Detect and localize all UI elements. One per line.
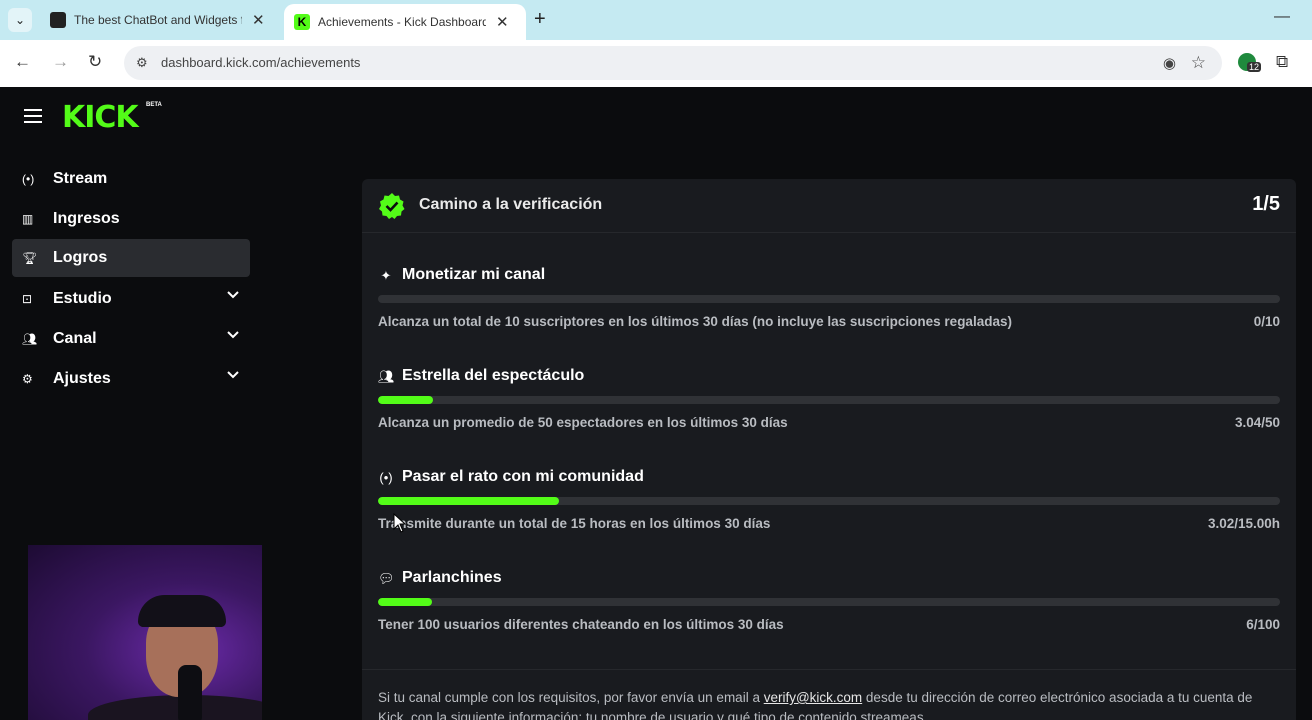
progress-fill [378,396,434,404]
progress-track [378,295,1280,303]
achievement-title: Monetizar mi canal [402,266,546,283]
back-icon[interactable]: ← [14,52,31,72]
bookmark-star-icon[interactable]: ☆ [1191,53,1206,73]
achievement-count: 1/5 [1252,193,1280,215]
sidebar-item-label: Canal [53,330,97,347]
achievement-value: 3.02/15.00h [1207,516,1280,531]
browser-tab-chatbot[interactable]: The best ChatBot and Widgets f ✕ [40,4,278,36]
chevron-down-icon[interactable] [226,328,240,342]
achievement-value: 0/10 [1253,314,1280,329]
extensions-puzzle-icon[interactable]: ⧉ [1276,52,1288,72]
users-icon: 👥︎ [378,369,395,384]
achievement-description: Transmite durante un total de 15 horas e… [378,516,771,531]
sidebar-item-ajustes[interactable]: ⚙ Ajustes [12,360,250,398]
note-text-before: Si tu canal cumple con los requisitos, p… [378,690,764,705]
chatbot-favicon-icon [50,12,66,28]
achievement-item: 👥︎ Estrella del espectáculo Alcanza un p… [378,362,1280,452]
achievement-description: Tener 100 usuarios diferentes chateando … [378,617,784,632]
address-bar[interactable]: ⚙ dashboard.kick.com/achievements ◉ ☆ [124,46,1222,80]
achievement-title: Parlanchines [402,569,502,586]
sidebar-item-logros[interactable]: 🏆︎ Logros [12,239,250,277]
divider [362,669,1296,670]
minimize-window-icon[interactable]: — [1274,8,1290,26]
url-text[interactable]: dashboard.kick.com/achievements [161,55,360,70]
forward-icon[interactable]: → [52,52,69,72]
eye-off-icon[interactable]: ◉ [1163,54,1176,72]
extension-shield-icon[interactable]: 12 [1238,53,1262,75]
card-title: Camino a la verificación [419,196,603,213]
tab-title: Achievements - Kick Dashboard [318,15,486,29]
gear-icon: ⚙ [22,372,33,386]
menu-icon[interactable] [24,109,42,127]
verification-note: Si tu canal cumple con los requisitos, p… [378,688,1280,720]
beta-badge: BETA [146,102,162,108]
achievement-item: (•) Pasar el rato con mi comunidad Trans… [378,463,1280,553]
progress-track [378,598,1280,606]
new-tab-icon[interactable]: + [534,8,546,31]
sidebar-item-estudio[interactable]: ⊡ Estudio [12,280,250,318]
sidebar-item-stream[interactable]: (•) Stream [12,160,250,198]
sidebar-item-canal[interactable]: 👥︎ Canal [12,320,250,358]
studio-icon: ⊡ [22,292,33,306]
broadcast-icon: (•) [379,470,393,485]
sidebar-item-label: Stream [53,170,108,187]
tab-search-dropdown-icon[interactable]: ⌄ [8,8,32,32]
trophy-icon: 🏆︎ [22,251,38,265]
achievement-value: 6/100 [1246,617,1280,632]
progress-track [378,396,1280,404]
extension-badge: 12 [1247,62,1262,72]
reload-icon[interactable]: ↻ [88,52,102,72]
achievement-value: 3.04/50 [1234,415,1280,430]
broadcast-icon: (•) [22,172,35,186]
browser-tab-achievements[interactable]: K Achievements - Kick Dashboard ✕ [284,4,526,40]
kick-logo[interactable]: KICK [62,100,139,135]
mouse-cursor-icon [393,513,407,533]
sidebar-item-label: Ingresos [53,210,120,227]
close-tab-icon[interactable]: ✕ [252,11,265,29]
verified-badge-icon [379,193,405,219]
achievement-title: Pasar el rato con mi comunidad [402,468,644,485]
card-header: Camino a la verificación 1/5 [362,179,1296,233]
sparkle-icon: ✦ [380,268,392,283]
browser-toolbar: ← → ↻ ⚙ dashboard.kick.com/achievements … [0,40,1312,87]
verify-email-link[interactable]: verify@kick.com [764,690,862,705]
progress-fill [378,598,433,606]
achievement-description: Alcanza un total de 10 suscriptores en l… [378,314,1012,329]
users-icon: 👥︎ [22,332,38,346]
sidebar-item-label: Ajustes [53,370,111,387]
site-settings-icon[interactable]: ⚙ [136,55,148,71]
sidebar-item-ingresos[interactable]: ▥ Ingresos [12,200,250,238]
kick-favicon-icon: K [294,14,310,30]
chat-icon: 💬︎ [378,571,395,586]
sidebar-item-label: Estudio [53,290,112,307]
chevron-down-icon[interactable] [226,288,240,302]
progress-track [378,497,1280,505]
progress-fill [378,497,560,505]
app-header: KICK BETA [0,87,1312,149]
achievement-item: ✦ Monetizar mi canal Alcanza un total de… [378,261,1280,351]
close-tab-icon[interactable]: ✕ [496,13,509,31]
achievement-description: Alcanza un promedio de 50 espectadores e… [378,415,788,430]
chevron-down-icon[interactable] [226,368,240,382]
verification-card: Camino a la verificación 1/5 ✦ Monetizar… [362,179,1296,720]
sidebar-item-label: Logros [53,249,108,266]
achievement-item: 💬︎ Parlanchines Tener 100 usuarios difer… [378,564,1280,654]
browser-tabbar: ⌄ The best ChatBot and Widgets f ✕ K Ach… [0,0,1312,40]
tab-title: The best ChatBot and Widgets f [74,13,242,27]
chart-icon: ▥ [22,212,34,226]
achievement-title: Estrella del espectáculo [402,367,585,384]
